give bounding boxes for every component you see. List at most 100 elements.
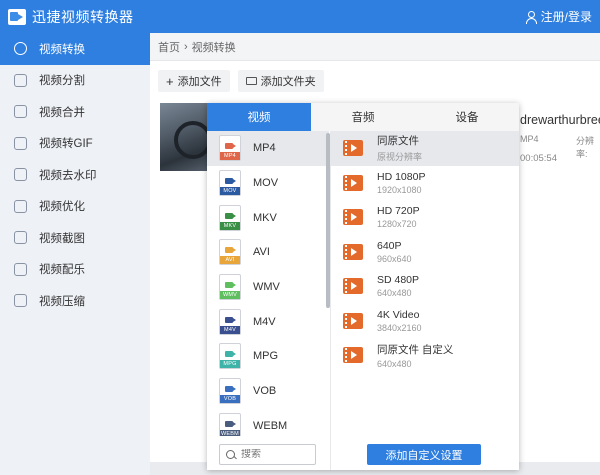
breadcrumb-separator: › (184, 40, 188, 53)
format-item-m4v[interactable]: M4V M4V (207, 304, 329, 339)
add-folder-label: 添加文件夹 (260, 76, 316, 88)
preset-name: SD 480P (377, 274, 420, 287)
preset-item[interactable]: HD 1080P 1920x1080 (331, 166, 519, 201)
format-label: AVI (253, 246, 270, 259)
add-folder-button[interactable]: 添加文件夹 (237, 70, 324, 92)
format-popup: 视频 音频 设备 MP4 MP4 MOV MOV MKV MKV AVI AVI WMV WMV M… (207, 103, 519, 470)
merge-icon (14, 105, 27, 119)
camera-icon (225, 351, 236, 358)
format-item-mkv[interactable]: MKV MKV (207, 200, 329, 235)
sidebar-item-video-to-gif[interactable]: 视频转GIF (0, 128, 150, 160)
preset-text: 同原文件 原视分辨率 (377, 133, 422, 163)
sidebar-item-label: 视频配乐 (39, 264, 85, 277)
preset-name: HD 1080P (377, 170, 426, 183)
preset-resolution: 1920x1080 (377, 184, 422, 195)
format-badge: MOV (220, 187, 240, 196)
film-icon (343, 347, 363, 364)
sidebar: 视频转换 视频分割 视频合并 视频转GIF 视频去水印 视频优化 视频截图 视频… (0, 33, 150, 475)
video-file-icon: MOV (219, 170, 241, 197)
search-input[interactable] (241, 449, 311, 460)
sidebar-item-remove-watermark[interactable]: 视频去水印 (0, 159, 150, 191)
film-icon (343, 312, 363, 329)
file-duration: 00:05:54 (520, 153, 557, 164)
preset-name: 同原文件 自定义 (377, 343, 454, 356)
sidebar-item-video-compress[interactable]: 视频压缩 (0, 285, 150, 317)
preset-item[interactable]: SD 480P 640x480 (331, 269, 519, 304)
format-badge: WMV (220, 291, 240, 300)
video-file-icon: MKV (219, 204, 241, 231)
format-badge: MP4 (220, 152, 240, 161)
format-badge: VOB (220, 395, 240, 404)
add-file-button[interactable]: + 添加文件 (158, 70, 230, 92)
film-icon (343, 243, 363, 260)
preset-name: 640P (377, 239, 402, 252)
format-item-mpg[interactable]: MPG MPG (207, 339, 329, 374)
preset-item[interactable]: 同原文件 自定义 640x480 (331, 338, 519, 373)
music-icon (14, 262, 27, 276)
tab-device[interactable]: 设备 (415, 103, 519, 131)
tab-video[interactable]: 视频 (207, 103, 311, 131)
toolbar: + 添加文件 添加文件夹 (150, 61, 600, 101)
breadcrumb: 首页 › 视频转换 (150, 33, 600, 61)
video-file-icon: WMV (219, 274, 241, 301)
format-search[interactable] (219, 444, 316, 465)
preset-resolution: 640x480 (377, 358, 412, 369)
preset-resolution: 3840x2160 (377, 322, 422, 333)
camera-icon (225, 282, 236, 289)
preset-item[interactable]: 4K Video 3840x2160 (331, 304, 519, 339)
preset-item[interactable]: 640P 960x640 (331, 235, 519, 270)
camera-icon (225, 316, 236, 323)
plus-icon: + (166, 73, 174, 89)
camera-icon (225, 247, 236, 254)
watermark-icon (14, 168, 27, 182)
film-icon (343, 209, 363, 226)
format-item-mp4[interactable]: MP4 MP4 (207, 131, 329, 166)
format-badge: MPG (220, 360, 240, 369)
sidebar-item-video-optimize[interactable]: 视频优化 (0, 191, 150, 223)
format-label: MKV (253, 211, 277, 224)
file-name: drewarthurbree... (520, 113, 600, 127)
preset-item[interactable]: 同原文件 原视分辨率 (331, 131, 519, 166)
preset-item[interactable]: HD 720P 1280x720 (331, 200, 519, 235)
camera-icon (225, 386, 236, 393)
app-title: 迅捷视频转换器 (32, 8, 134, 25)
camera-icon (225, 143, 236, 150)
format-badge: MKV (220, 221, 240, 230)
video-file-icon: AVI (219, 239, 241, 266)
login-label: 注册/登录 (540, 10, 592, 24)
breadcrumb-home[interactable]: 首页 (158, 39, 180, 55)
sidebar-item-label: 视频优化 (39, 201, 85, 214)
video-file-icon: WEBM (219, 412, 241, 436)
login-button[interactable]: 注册/登录 (525, 0, 592, 33)
format-label: WEBM (253, 419, 288, 432)
sidebar-item-label: 视频分割 (39, 75, 85, 88)
tab-audio[interactable]: 音频 (311, 103, 415, 131)
preset-resolution: 960x640 (377, 253, 412, 264)
preset-name: 同原文件 (377, 135, 419, 148)
format-item-mov[interactable]: MOV MOV (207, 166, 329, 201)
preset-text: 4K Video 3840x2160 (377, 309, 422, 333)
sidebar-item-video-music[interactable]: 视频配乐 (0, 254, 150, 286)
convert-icon (14, 42, 27, 56)
preset-text: HD 1080P 1920x1080 (377, 171, 425, 195)
sidebar-item-video-screenshot[interactable]: 视频截图 (0, 222, 150, 254)
preset-resolution: 原视分辨率 (377, 152, 423, 163)
preset-list: 同原文件原视分辨率 HD 1080P 1920x1080 HD 720P 1280x72… (331, 131, 519, 371)
gif-icon (14, 136, 27, 150)
sidebar-item-label: 视频截图 (39, 232, 85, 245)
video-file-icon: MP4 (219, 135, 241, 162)
breadcrumb-current: 视频转换 (191, 41, 236, 54)
format-item-avi[interactable]: AVI AVI (207, 235, 329, 270)
format-item-wmv[interactable]: WMV WMV (207, 270, 329, 305)
format-item-webm[interactable]: WEBM WEBM (207, 409, 329, 436)
title-bar: 迅捷视频转换器 注册/登录 (0, 0, 600, 33)
sidebar-item-video-split[interactable]: 视频分割 (0, 65, 150, 97)
film-icon (343, 140, 363, 157)
sidebar-item-video-merge[interactable]: 视频合并 (0, 96, 150, 128)
camera-icon (225, 212, 236, 219)
format-item-vob[interactable]: VOB VOB (207, 374, 329, 409)
compress-icon (14, 294, 27, 308)
sidebar-item-video-convert[interactable]: 视频转换 (0, 33, 150, 65)
format-badge: M4V (220, 325, 240, 334)
add-custom-setting-button[interactable]: 添加自定义设置 (367, 444, 481, 465)
